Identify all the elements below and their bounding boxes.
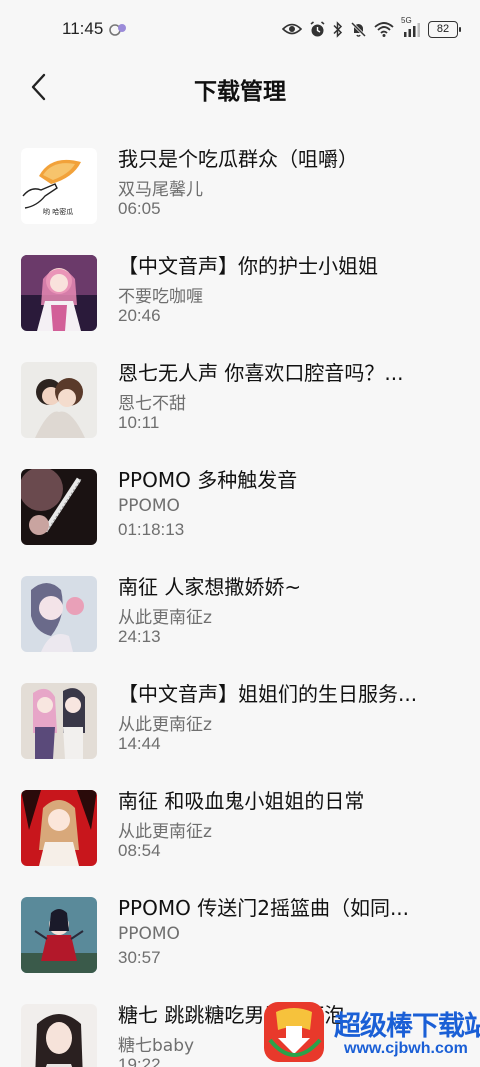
list-item[interactable]: 哟 哈密瓜 我只是个吃瓜群众（咀嚼） 双马尾馨儿 06:05 <box>0 131 480 238</box>
watermark-logo-icon <box>262 1000 328 1064</box>
item-author: 双马尾馨儿 <box>118 180 203 200</box>
eye-icon <box>282 22 302 36</box>
wifi-icon <box>374 21 394 37</box>
item-duration: 10:11 <box>118 413 160 432</box>
item-title: 【中文音声】姐姐们的生日服务... <box>118 682 418 706</box>
thumbnail-image <box>21 683 97 759</box>
app-notification-icon <box>108 20 128 38</box>
list-item[interactable]: 南征 人家想撒娇娇~ 从此更南征z 24:13 <box>0 559 480 666</box>
watermark-url: www.cjbwh.com <box>344 1040 468 1057</box>
header: 下载管理 <box>0 58 480 118</box>
item-author: PPOMO <box>118 924 180 944</box>
thumb-caption: 哟 哈密瓜 <box>43 207 73 216</box>
download-list: 哟 哈密瓜 我只是个吃瓜群众（咀嚼） 双马尾馨儿 06:05 【中文音声】你的护… <box>0 131 480 1067</box>
site-watermark: 超级棒下载站 www.cjbwh.com <box>262 998 480 1067</box>
item-author: 从此更南征z <box>118 822 212 842</box>
bluetooth-icon <box>333 20 343 38</box>
thumbnail-image <box>21 362 97 438</box>
thumbnail-image <box>21 255 97 331</box>
item-title: 我只是个吃瓜群众（咀嚼） <box>118 147 358 171</box>
thumbnail-image <box>21 1004 97 1067</box>
list-item[interactable]: PPOMO 传送门2摇篮曲（如同... PPOMO 30:57 <box>0 880 480 987</box>
list-item[interactable]: PPOMO 多种触发音 PPOMO 01:18:13 <box>0 452 480 559</box>
status-time: 11:45 <box>62 19 104 38</box>
thumbnail-image <box>21 790 97 866</box>
status-bar: 11:45 5G 82 <box>0 0 480 58</box>
list-item[interactable]: 南征 和吸血鬼小姐姐的日常 从此更南征z 08:54 <box>0 773 480 880</box>
item-duration: 06:05 <box>118 199 161 218</box>
list-item[interactable]: 【中文音声】你的护士小姐姐 不要吃咖喱 20:46 <box>0 238 480 345</box>
thumbnail-image <box>21 897 97 973</box>
item-duration: 08:54 <box>118 841 161 860</box>
item-author: 从此更南征z <box>118 608 212 628</box>
item-duration: 19:22 <box>118 1055 161 1067</box>
cellular-signal-icon: 5G <box>401 16 421 38</box>
list-item[interactable]: 恩七无人声 你喜欢口腔音吗？... 恩七不甜 10:11 <box>0 345 480 452</box>
watermark-name: 超级棒下载站 <box>334 1011 480 1042</box>
item-duration: 24:13 <box>118 627 161 646</box>
item-duration: 20:46 <box>118 306 161 325</box>
item-author: PPOMO <box>118 496 180 516</box>
item-title: 恩七无人声 你喜欢口腔音吗？... <box>118 361 404 385</box>
battery-indicator: 82 <box>428 20 461 38</box>
thumbnail-image <box>21 469 97 545</box>
item-duration: 01:18:13 <box>118 520 185 539</box>
item-author: 恩七不甜 <box>118 394 186 414</box>
thumbnail-image <box>21 576 97 652</box>
item-title: 南征 和吸血鬼小姐姐的日常 <box>118 789 365 813</box>
item-title: PPOMO 多种触发音 <box>118 468 298 492</box>
item-title: 南征 人家想撒娇娇~ <box>118 575 302 599</box>
thumbnail-image: 哟 哈密瓜 <box>21 148 97 224</box>
status-icons: 5G 82 <box>282 16 461 40</box>
item-duration: 14:44 <box>118 734 161 753</box>
item-author: 不要吃咖喱 <box>118 287 203 307</box>
alarm-icon <box>309 20 326 38</box>
item-author: 糖七baby <box>118 1036 195 1056</box>
page-title: 下载管理 <box>194 79 286 105</box>
item-author: 从此更南征z <box>118 715 212 735</box>
mute-bell-icon <box>350 21 367 38</box>
item-duration: 30:57 <box>118 948 161 967</box>
item-title: 【中文音声】你的护士小姐姐 <box>118 254 378 278</box>
list-item[interactable]: 【中文音声】姐姐们的生日服务... 从此更南征z 14:44 <box>0 666 480 773</box>
item-title: PPOMO 传送门2摇篮曲（如同... <box>118 896 410 920</box>
